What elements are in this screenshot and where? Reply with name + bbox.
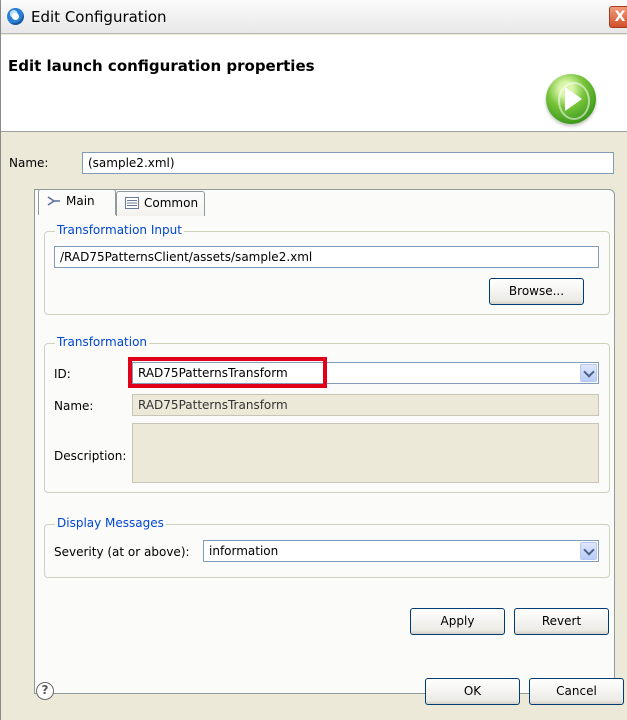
tab-main[interactable]: Main — [38, 189, 116, 215]
chevron-down-icon[interactable] — [580, 364, 597, 382]
severity-value: information — [209, 544, 279, 558]
transformation-name-value: RAD75PatternsTransform — [132, 394, 599, 416]
transformation-input-path[interactable]: /RAD75PatternsClient/assets/sample2.xml — [54, 246, 599, 268]
transformation-description-value — [132, 423, 599, 483]
ok-button[interactable]: OK — [425, 678, 520, 705]
tab-common[interactable]: Common — [116, 191, 205, 216]
transformation-description-label: Description: — [54, 449, 127, 463]
config-name-label: Name: — [9, 156, 49, 170]
transformation-id-value: RAD75PatternsTransform — [138, 366, 288, 380]
display-messages-title: Display Messages — [55, 516, 166, 530]
transformation-name-label: Name: — [54, 399, 94, 413]
main-tab-icon — [47, 195, 61, 210]
transformation-id-label: ID: — [54, 367, 71, 381]
app-icon — [7, 8, 24, 25]
dialog-heading: Edit launch configuration properties — [8, 57, 315, 75]
close-button[interactable]: X — [609, 6, 627, 28]
transformation-title: Transformation — [55, 335, 150, 349]
transformation-id-select[interactable]: RAD75PatternsTransform — [132, 362, 599, 384]
window-title: Edit Configuration — [31, 8, 167, 26]
config-name-input[interactable]: (sample2.xml) — [82, 152, 614, 174]
dialog-header: Edit launch configuration properties — [1, 35, 627, 132]
severity-label: Severity (at or above): — [54, 545, 190, 559]
chevron-down-icon[interactable] — [580, 542, 597, 560]
common-tab-icon — [125, 197, 139, 212]
help-icon[interactable]: ? — [36, 682, 54, 700]
severity-select[interactable]: information — [203, 540, 599, 562]
edit-configuration-dialog: Edit Configuration X Edit launch configu… — [0, 0, 627, 720]
tab-main-label: Main — [66, 194, 95, 208]
run-icon — [546, 74, 596, 124]
revert-button[interactable]: Revert — [514, 608, 609, 635]
cancel-button[interactable]: Cancel — [529, 678, 624, 705]
apply-button[interactable]: Apply — [410, 608, 505, 635]
browse-button[interactable]: Browse... — [489, 278, 584, 305]
title-bar: Edit Configuration X — [1, 0, 627, 34]
transformation-input-title: Transformation Input — [55, 223, 184, 237]
tab-common-label: Common — [144, 196, 199, 210]
